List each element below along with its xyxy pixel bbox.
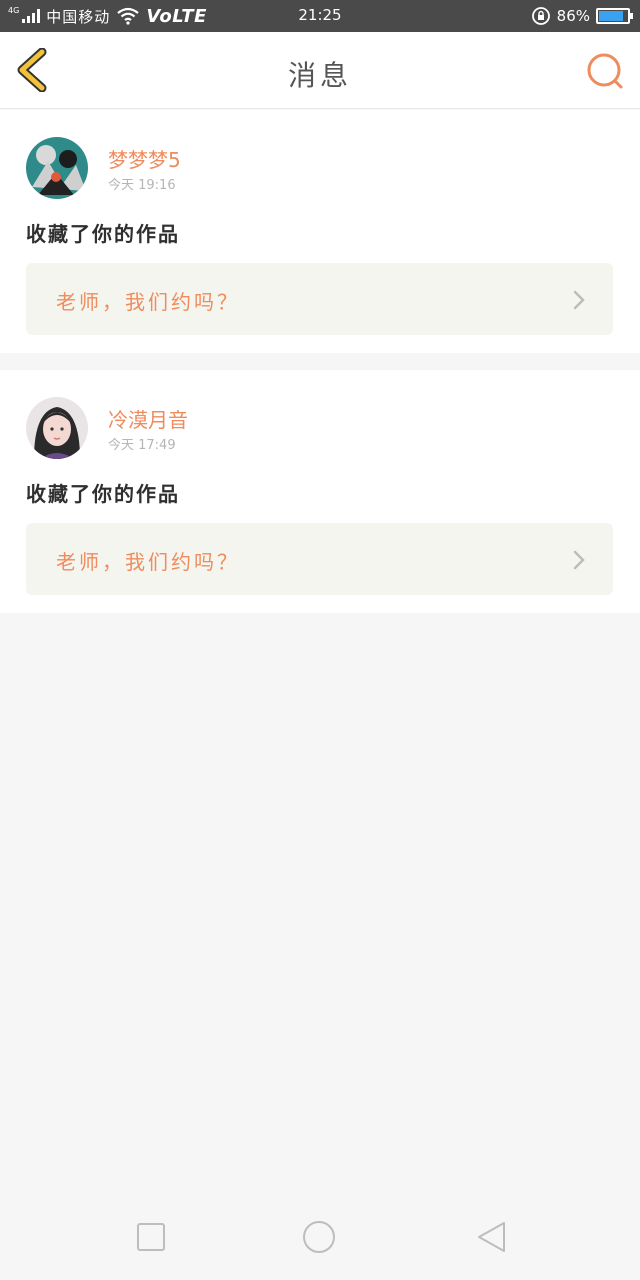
home-button[interactable] [302,1220,336,1254]
avatar-image [26,397,88,459]
username[interactable]: 梦梦梦5 [108,144,181,173]
avatar[interactable] [26,397,88,459]
search-button[interactable] [584,50,626,92]
page-title: 消息 [287,59,352,92]
message-action: 收藏了你的作品 [26,222,180,246]
message-card[interactable]: 冷漠月音 今天 17:49 收藏了你的作品 老师，我们约吗？ [0,370,640,613]
quoted-work[interactable]: 老师，我们约吗？ [26,523,613,595]
chevron-right-icon [573,290,585,310]
message-time: 今天 19:16 [108,178,176,193]
chevron-right-icon [573,550,585,570]
message-time: 今天 17:49 [108,438,176,453]
triangle-back-icon [478,1222,505,1252]
back-nav-button[interactable] [474,1220,508,1254]
battery-fill [599,11,624,21]
header-bar: 消息 [0,32,640,109]
circle-icon [303,1221,335,1253]
status-time: 21:25 [298,6,342,24]
recent-apps-button[interactable] [134,1220,168,1254]
system-nav-bar [0,1196,640,1280]
status-bar: 4G 中国移动 VoLTE 21:25 86% [0,0,640,32]
avatar[interactable] [26,137,88,199]
message-card[interactable]: 梦梦梦5 今天 19:16 收藏了你的作品 老师，我们约吗？ [0,110,640,353]
quoted-text: 老师，我们约吗？ [56,290,240,314]
square-icon [137,1223,165,1251]
quoted-text: 老师，我们约吗？ [56,550,240,574]
quoted-work[interactable]: 老师，我们约吗？ [26,263,613,335]
battery-icon [596,8,633,24]
search-icon [587,53,623,89]
username[interactable]: 冷漠月音 [108,404,188,433]
avatar-image [26,137,88,199]
message-action: 收藏了你的作品 [26,482,180,506]
